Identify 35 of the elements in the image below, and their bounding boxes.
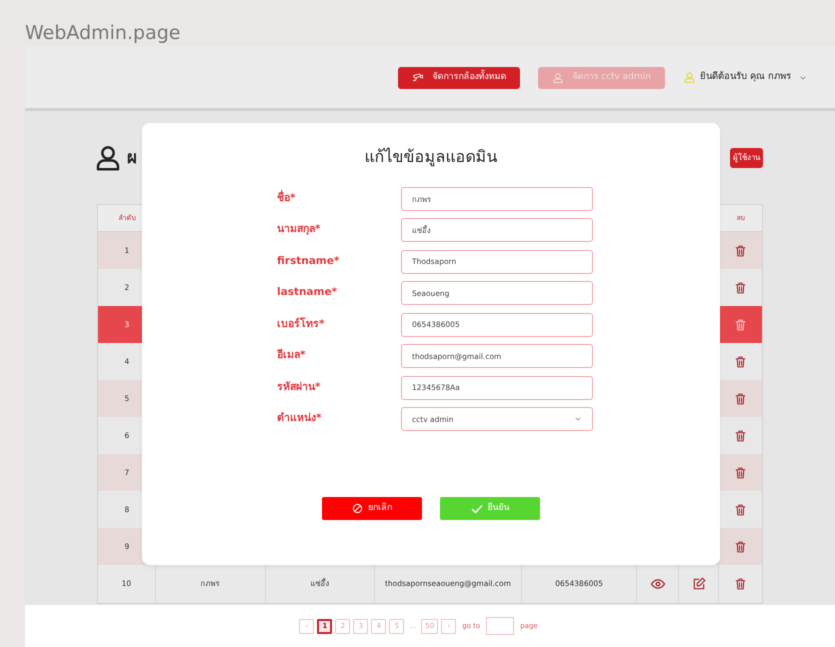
- trash-icon[interactable]: [734, 540, 748, 554]
- trash-icon[interactable]: [734, 318, 748, 332]
- check-icon: [470, 502, 482, 514]
- field-label: อีเมล*: [277, 349, 306, 362]
- field-label: firstname*: [277, 254, 340, 267]
- chevron-down-icon: [799, 74, 807, 82]
- trash-icon[interactable]: [734, 502, 748, 516]
- field-label: นามสกุล*: [277, 223, 320, 236]
- app-title: WebAdmin.page: [24, 21, 182, 46]
- ban-icon: [352, 503, 363, 514]
- trash-icon[interactable]: [734, 577, 748, 591]
- edit-icon[interactable]: [692, 577, 706, 591]
- cancel-button[interactable]: ยกเลิก: [322, 497, 422, 520]
- field-label: ชื่อ*: [277, 192, 296, 204]
- user-menu[interactable]: ยินดีต้อนรับ คุณ กภพร: [700, 70, 807, 85]
- trash-icon[interactable]: [734, 280, 748, 294]
- trash-icon[interactable]: [734, 244, 748, 258]
- dialog-title: แก้ไขข้อมูลแอดมิน: [364, 147, 498, 166]
- user-icon: [682, 71, 696, 84]
- nav-button[interactable]: จัดการกล้องทั้งหมด: [398, 66, 520, 88]
- user-icon: [552, 72, 564, 84]
- eye-icon[interactable]: [650, 577, 666, 591]
- field-label: รหัสผ่าน*: [277, 380, 320, 393]
- trash-icon[interactable]: [734, 392, 748, 406]
- trash-icon[interactable]: [734, 354, 748, 368]
- page-number-field[interactable]: [486, 617, 514, 635]
- field-label: เบอร์โทร*: [277, 318, 324, 330]
- chevron-down-icon: [574, 415, 582, 424]
- page-title: ผ: [127, 148, 137, 168]
- trash-icon[interactable]: [734, 428, 748, 442]
- camera-icon: [412, 72, 424, 84]
- add-user-button[interactable]: ผู้ใช้งาน: [730, 148, 763, 168]
- trash-icon[interactable]: [734, 466, 748, 480]
- field-label: ตำแหน่ง*: [277, 412, 322, 424]
- field-label: lastname*: [277, 286, 338, 298]
